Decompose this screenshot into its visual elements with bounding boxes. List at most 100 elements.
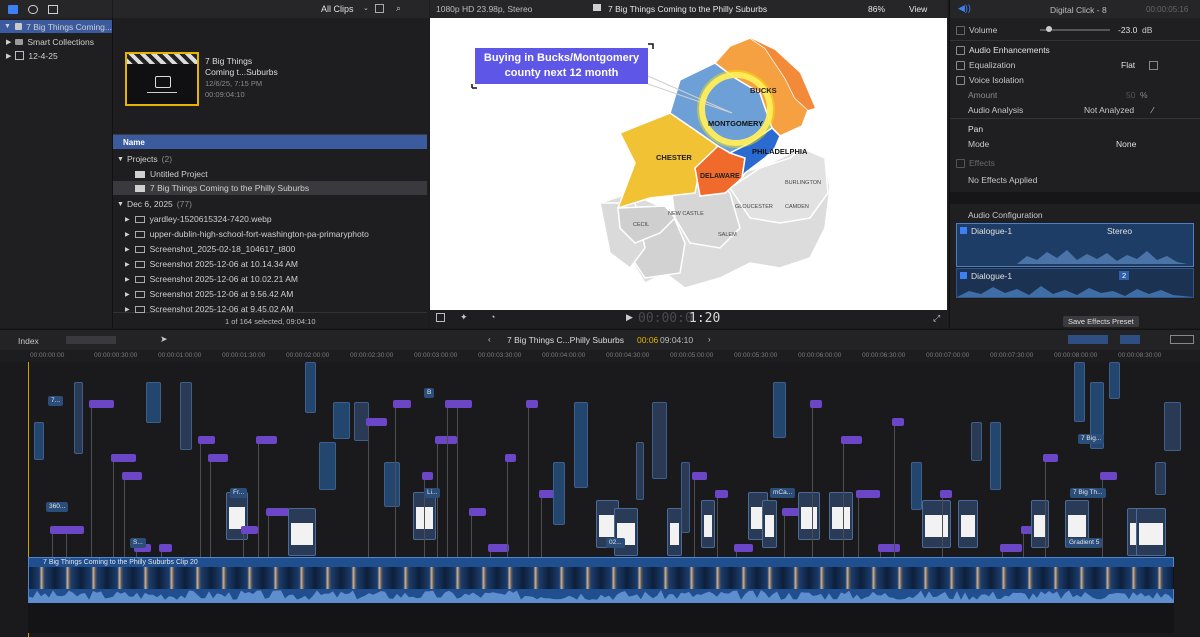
title-clip[interactable] [89,400,114,408]
title-clip[interactable] [856,490,880,498]
clip-label[interactable]: 7... [48,396,64,406]
connected-clip[interactable] [74,382,83,454]
connected-clip[interactable] [773,382,786,438]
connected-clip[interactable] [333,402,350,439]
title-clip[interactable] [422,472,433,480]
amount-value[interactable]: 50 [1126,90,1135,100]
title-clip[interactable] [455,400,472,408]
connected-clip[interactable] [574,402,588,488]
title-clip[interactable] [1043,454,1058,462]
connected-clip[interactable] [1109,362,1120,399]
titles-generators-icon[interactable] [48,4,58,14]
projects-group[interactable]: ▼ Projects (2) [113,152,427,166]
title-clip[interactable] [366,418,387,426]
libraries-icon[interactable] [8,4,18,14]
clip-label[interactable]: 360... [46,502,69,512]
audio-config-row-2[interactable]: Dialogue-1 2 [956,268,1194,298]
list-item[interactable]: ▶ upper-dublin-high-school-fort-washingto… [113,227,427,241]
voice-isolation-checkbox[interactable] [956,75,965,85]
effects-checkbox[interactable] [956,158,965,168]
title-clip[interactable] [393,400,411,408]
clips-filter-dropdown[interactable]: All Clips [321,4,354,14]
title-clip[interactable] [505,454,516,462]
title-clip[interactable] [469,508,486,516]
title-clip[interactable] [256,436,277,444]
video-clip[interactable] [1136,508,1166,556]
title-clip[interactable] [526,400,538,408]
disclosure-open-icon[interactable]: ▼ [117,201,124,208]
channel-dropdown[interactable]: Stereo [1107,226,1132,236]
disclosure-closed-icon[interactable]: ▶ [6,38,11,46]
filmstrip-view-icon[interactable] [375,4,384,13]
disclosure-open-icon[interactable]: ▼ [4,23,11,30]
equalization-checkbox[interactable] [956,60,965,70]
checkbox-checked-icon[interactable] [960,272,967,279]
pan-mode-dropdown[interactable]: None [1116,139,1136,149]
timeline-index-icon[interactable] [1170,335,1194,344]
title-clip[interactable] [111,454,136,462]
disclosure-closed-icon[interactable]: ▶ [125,246,130,253]
list-item[interactable]: ▶ Screenshot_2025-02-18_104617_t800 [113,242,427,256]
timeline-area[interactable]: 7... 360... 7 Big... 7 Big Th... Gradient 5 m… [0,362,1200,637]
video-clip[interactable] [288,508,316,556]
connected-clip[interactable] [681,462,690,533]
equalizer-icon[interactable] [1149,60,1158,70]
clip-label[interactable]: mCa... [770,488,796,498]
title-clip[interactable] [208,454,228,462]
video-clip[interactable] [1031,500,1049,548]
title-clip[interactable] [1100,472,1117,480]
connected-clip[interactable] [1155,462,1166,495]
clip-label[interactable]: Gradient 5 [1066,538,1103,548]
title-clip[interactable] [122,472,142,480]
connected-clip[interactable] [990,422,1001,490]
date-group[interactable]: ▼ Dec 6, 2025 (77) [113,197,427,211]
clip-label[interactable]: S... [130,538,146,548]
search-icon[interactable]: ⌕ [396,3,401,14]
disclosure-closed-icon[interactable]: ▶ [125,291,130,298]
title-clip[interactable] [241,526,258,534]
connected-clip[interactable] [384,462,400,507]
connected-clip[interactable] [1074,362,1085,422]
list-item[interactable]: ▶ Screenshot 2025-12-06 at 9.45.02 AM [113,302,427,316]
video-clip[interactable] [922,500,951,548]
connected-clip[interactable] [971,422,982,461]
title-clip[interactable] [892,418,904,426]
title-clip[interactable] [692,472,707,480]
equalization-dropdown[interactable]: Flat [1121,60,1135,70]
disclosure-closed-icon[interactable]: ▶ [125,216,130,223]
disclosure-closed-icon[interactable]: ▶ [125,231,130,238]
forward-arrow-icon[interactable]: › [708,335,711,344]
clip-label[interactable]: 7 Big Th... [1070,488,1106,498]
video-clip[interactable] [667,508,682,556]
viewer-canvas[interactable]: BUCKS MONTGOMERY CHESTER PHILADELPHIA DE… [430,18,947,310]
title-clip[interactable] [878,544,900,552]
video-clip[interactable] [614,508,638,556]
name-column-header[interactable]: Name [123,138,145,147]
title-clip[interactable] [940,490,952,498]
video-clip[interactable] [701,500,715,548]
chevron-down-icon[interactable]: ⌄ [363,4,369,12]
transform-icon[interactable] [436,313,445,322]
project-thumbnail[interactable] [125,52,199,106]
view-dropdown[interactable]: View [909,4,927,14]
title-clip[interactable] [715,490,728,498]
callout-box[interactable]: Buying in Bucks/Montgomery county next 1… [475,48,648,84]
connected-clip[interactable] [34,422,44,460]
edit-tools[interactable] [66,336,116,344]
volume-value[interactable]: -23.0 [1118,25,1137,35]
clip-label[interactable]: 7 Big... [1078,434,1105,444]
title-clip[interactable] [266,508,289,516]
audio-skimming-icon[interactable] [1120,335,1140,344]
clip-label[interactable]: Fr... [230,488,248,498]
video-clip[interactable] [762,500,777,548]
photos-audio-icon[interactable] [28,4,38,14]
video-clip[interactable] [829,492,853,540]
volume-slider[interactable] [1040,26,1110,32]
list-item[interactable]: ▶ yardley-1520615324-7420.webp [113,212,427,226]
connected-clip[interactable] [636,442,644,500]
enhance-icon[interactable]: ✦ [460,312,468,323]
title-clip[interactable] [435,436,457,444]
timeline-ruler[interactable]: 00:00:00:00 00:00:00:30:00 00:00:01:00:00 0… [0,350,1200,362]
primary-storyline-clip[interactable]: 7 Big Things Coming to the Philly Suburb… [28,557,1174,603]
title-clip[interactable] [810,400,822,408]
